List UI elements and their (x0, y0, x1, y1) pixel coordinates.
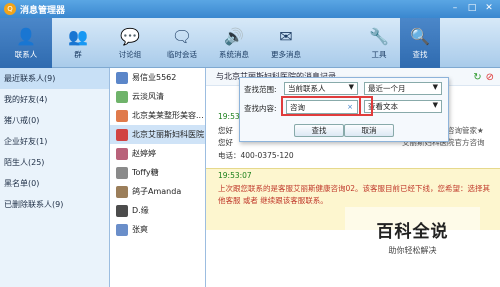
contact-name: 鸽子Amanda (132, 187, 182, 196)
tab-discussion[interactable]: 💬 讨论组 (104, 18, 156, 68)
category-recent[interactable]: 最近联系人(9) (0, 68, 109, 89)
maximize-button[interactable]: □ (465, 2, 479, 14)
avatar (116, 109, 128, 122)
title-bar: Q 消息管理器 – □ ✕ (0, 0, 500, 18)
category-deleted[interactable]: 已删除联系人(9) (0, 194, 109, 215)
tab-more-messages[interactable]: ✉ 更多消息 (260, 18, 312, 68)
avatar (116, 128, 128, 141)
chevron-down-icon: ▼ (432, 101, 438, 109)
contact-name: Toffy糖 (132, 168, 159, 177)
contact-name: D.缘 (132, 206, 149, 215)
search-label: 查找 (412, 50, 428, 59)
chevron-down-icon: ▼ (432, 83, 438, 91)
avatar (116, 166, 128, 179)
wrench-icon: 🔧 (369, 26, 389, 46)
notice-text: 上次跟您联系的是客服艾丽斯健康咨询02。该客服目前已经下线，您希望：选择其他客服… (218, 184, 491, 205)
search-button[interactable]: 🔍 查找 (400, 18, 440, 68)
avatar (116, 71, 128, 84)
list-item[interactable]: 北京艾丽斯妇科医院 (110, 125, 205, 144)
contact-name: 易信业5562 (132, 73, 177, 82)
tab-label: 系统消息 (219, 50, 249, 59)
category-zbj[interactable]: 猪八戒(0) (0, 110, 109, 131)
cancel-button[interactable]: 取消 (344, 124, 394, 137)
category-enterprise[interactable]: 企业好友(1) (0, 131, 109, 152)
main-toolbar: 👤 联系人 👥 群 💬 讨论组 🗨 临时会话 🔊 系统消息 ✉ 更多消息 🔧 工… (0, 18, 500, 68)
tab-groups[interactable]: 👥 群 (52, 18, 104, 68)
contact-name: 北京艾丽斯妇科医院 (132, 130, 204, 139)
list-item[interactable]: 易信业5562 (110, 68, 205, 87)
avatar (116, 90, 128, 103)
tab-label: 群 (74, 50, 82, 59)
tab-label: 讨论组 (118, 50, 142, 59)
watermark: 百科全说 助你轻松解决 (345, 207, 480, 265)
scope-value: 当前联系人 (288, 84, 326, 93)
list-item[interactable]: 北京美莱整形美容... (110, 106, 205, 125)
list-item[interactable]: 云淡风清 (110, 87, 205, 106)
chevron-down-icon: ▼ (348, 83, 354, 91)
range-value: 最近一个月 (368, 84, 406, 93)
contact-categories: 最近联系人(9) 我的好友(4) 猪八戒(0) 企业好友(1) 陌生人(25) … (0, 68, 110, 287)
scope-label: 查找范围: (244, 85, 277, 94)
watermark-title: 百科全说 (376, 221, 449, 242)
avatar (116, 147, 128, 160)
category-strangers[interactable]: 陌生人(25) (0, 152, 109, 173)
list-item[interactable]: 张爽 (110, 220, 205, 239)
discussion-icon: 💬 (120, 26, 140, 46)
message-line: 您好 (218, 126, 233, 135)
list-item[interactable]: 赵婷婷 (110, 144, 205, 163)
search-icon: 🔍 (410, 26, 430, 46)
category-friends[interactable]: 我的好友(4) (0, 89, 109, 110)
tab-contacts[interactable]: 👤 联系人 (0, 18, 52, 68)
contact-name: 张爽 (132, 225, 148, 234)
tools-label: 工具 (371, 50, 387, 59)
tools-button[interactable]: 🔧 工具 (358, 18, 400, 68)
scope-select[interactable]: 当前联系人 ▼ (284, 82, 358, 95)
list-item[interactable]: 鸽子Amanda (110, 182, 205, 201)
tab-label: 更多消息 (271, 50, 301, 59)
window-controls: – □ ✕ (448, 2, 496, 14)
tab-system-messages[interactable]: 🔊 系统消息 (208, 18, 260, 68)
category-blacklist[interactable]: 黑名单(0) (0, 173, 109, 194)
more-messages-icon: ✉ (279, 26, 293, 46)
list-item[interactable]: D.缘 (110, 201, 205, 220)
highlight-box (281, 96, 361, 116)
list-item[interactable]: Toffy糖 (110, 163, 205, 182)
message-line: 您好 (218, 138, 233, 147)
content-label: 查找内容: (244, 104, 277, 113)
window-title: 消息管理器 (20, 5, 66, 16)
refresh-icon[interactable]: ↻ (473, 72, 481, 83)
range-select[interactable]: 最近一个月 ▼ (364, 82, 442, 95)
avatar (116, 185, 128, 198)
phone-line: 电话：400-0375-120 (218, 151, 294, 160)
speaker-icon: 🔊 (224, 26, 244, 46)
group-icon: 👥 (68, 26, 88, 46)
close-button[interactable]: ✕ (482, 2, 496, 14)
notice-time: 19:53:07 (218, 171, 252, 180)
watermark-subtitle: 助你轻松解决 (388, 245, 437, 255)
tab-temp-chat[interactable]: 🗨 临时会话 (156, 18, 208, 68)
contact-name: 北京美莱整形美容... (132, 111, 204, 120)
contact-list: 易信业5562 云淡风清 北京美莱整形美容... 北京艾丽斯妇科医院 赵婷婷 T… (110, 68, 206, 287)
contact-name: 赵婷婷 (132, 149, 156, 158)
avatar (116, 223, 128, 236)
find-button[interactable]: 查找 (294, 124, 344, 137)
avatar (116, 204, 128, 217)
contact-name: 云淡风清 (132, 92, 164, 101)
minimize-button[interactable]: – (448, 2, 462, 14)
qq-logo-icon: Q (4, 3, 16, 15)
view-select[interactable]: 查看文本 ▼ (364, 100, 442, 113)
person-icon: 👤 (16, 26, 36, 46)
tab-label: 临时会话 (167, 50, 197, 59)
tab-label: 联系人 (14, 50, 38, 59)
stop-icon[interactable]: ⊘ (486, 72, 494, 83)
header-actions: ↻ ⊘ (473, 72, 494, 83)
temp-chat-icon: 🗨 (171, 26, 193, 46)
highlight-box-clear (359, 96, 373, 116)
